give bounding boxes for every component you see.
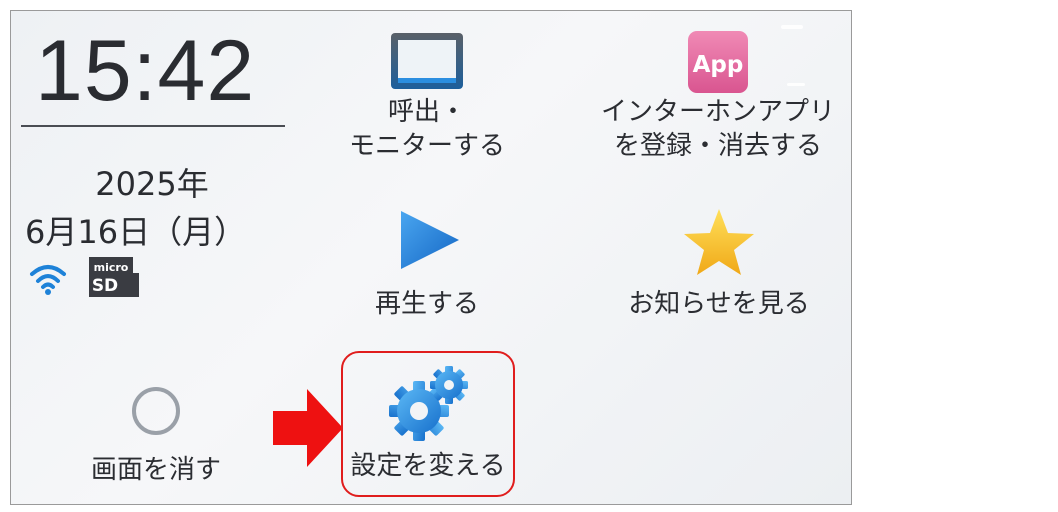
date-year: 2025年	[95, 165, 209, 203]
clock-divider	[21, 125, 285, 127]
wifi-icon	[30, 265, 66, 295]
app-icon-text: App	[693, 52, 744, 78]
playback-button[interactable]: 再生する	[337, 207, 517, 323]
playback-label: 再生する	[374, 289, 479, 319]
notices-label: お知らせを見る	[628, 289, 810, 319]
pointer-arrow-icon	[273, 389, 343, 467]
settings-button[interactable]: 設定を変える	[341, 351, 515, 497]
sd-label-bottom: SD	[92, 276, 118, 296]
app-label-line1: インターホンアプリ	[600, 97, 835, 127]
monitor-icon	[391, 33, 463, 89]
circle-icon	[132, 387, 180, 435]
gear-icon	[389, 366, 468, 441]
monitor-button[interactable]: 呼出・ モニターする	[337, 31, 517, 181]
screen-glare	[781, 25, 803, 29]
screen-off-button[interactable]: 画面を消す	[71, 381, 241, 489]
star-icon	[684, 209, 754, 275]
status-icons: micro SD	[25, 255, 165, 305]
app-icon: App	[688, 31, 748, 93]
microsd-icon: micro SD	[89, 257, 139, 297]
play-icon	[401, 211, 459, 269]
screen-off-label: 画面を消す	[90, 455, 221, 485]
clock-time: 15:42	[35, 23, 256, 119]
date-day: 6月16日（月）	[25, 213, 247, 251]
app-label-line2: を登録・消去する	[613, 131, 822, 161]
monitor-label-line2: モニターする	[348, 131, 505, 161]
sd-label-top: micro	[94, 261, 129, 274]
intercom-screen: 15:42 2025年 6月16日（月） micro SD 呼出・ モニターする…	[10, 10, 852, 505]
settings-label: 設定を変える	[350, 451, 506, 481]
monitor-label-line1: 呼出・	[387, 97, 466, 127]
notices-button[interactable]: お知らせを見る	[597, 207, 841, 323]
intercom-app-button[interactable]: App インターホンアプリ を登録・消去する	[591, 31, 845, 181]
